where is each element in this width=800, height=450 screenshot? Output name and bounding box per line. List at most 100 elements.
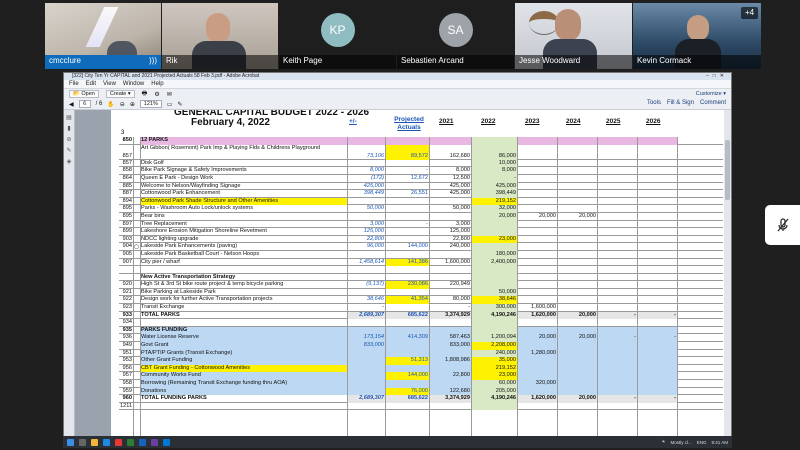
- participant-tile-sebastien-arcand[interactable]: SA Sebastien Arcand: [397, 3, 514, 69]
- clock[interactable]: 9:41 AM: [711, 440, 728, 445]
- cell-y23: 1,620,000: [517, 395, 557, 403]
- cell-pa: 76,000: [385, 387, 429, 396]
- menu-help[interactable]: Help: [151, 80, 163, 88]
- tools-pane-button[interactable]: Tools: [647, 100, 661, 106]
- table-row: 858 Bike Park Signage & Safety Improvemen…: [119, 167, 723, 175]
- participant-tile-rik[interactable]: Rik: [162, 3, 278, 69]
- cell-y23: [517, 205, 557, 213]
- prev-page-icon[interactable]: ◀: [69, 101, 74, 108]
- col-header-2021: 2021: [439, 118, 454, 125]
- teams-icon[interactable]: [151, 438, 158, 446]
- cell-y26: [637, 175, 677, 183]
- fit-page-icon[interactable]: ▭: [167, 101, 173, 108]
- cell-pa: [385, 213, 429, 221]
- scrollbar-thumb[interactable]: [725, 140, 730, 200]
- fill-sign-pane-button[interactable]: Fill & Sign: [667, 100, 694, 106]
- search-icon[interactable]: [79, 438, 86, 446]
- cell-pm: 96,000: [366, 243, 384, 250]
- table-row: 933 TOTAL PARKS 2,689,307 685,622 3,374,929 4…: [119, 311, 723, 320]
- more-participants-badge[interactable]: +4: [741, 7, 758, 19]
- row-description: Design work for further Active Transport…: [141, 296, 273, 303]
- participant-tile-cmcclure[interactable]: cmcclure))): [45, 3, 161, 69]
- cell-pa: [385, 342, 429, 350]
- page-number-input[interactable]: 6: [78, 100, 91, 108]
- edge-icon[interactable]: [103, 438, 110, 446]
- menu-window[interactable]: Window: [123, 80, 144, 88]
- zoom-in-icon[interactable]: ⊕: [130, 101, 135, 108]
- weather-icon[interactable]: ☀: [661, 439, 665, 445]
- cell-y22: 398,449: [471, 190, 517, 198]
- cell-y22: 10,000: [471, 159, 517, 168]
- hand-tool-icon[interactable]: ✋: [107, 101, 114, 108]
- mail-icon[interactable]: ✉: [167, 91, 172, 98]
- menu-edit[interactable]: Edit: [86, 80, 96, 88]
- attachments-icon[interactable]: ⊘: [66, 137, 72, 143]
- signatures-icon[interactable]: ✎: [66, 148, 72, 154]
- marker-icon[interactable]: ✎: [178, 101, 183, 108]
- menu-file[interactable]: File: [69, 80, 79, 88]
- row-number: 921: [122, 288, 132, 295]
- zoom-level-select[interactable]: 121%: [139, 100, 162, 108]
- participant-tile-keith-page[interactable]: KP Keith Page: [279, 3, 396, 69]
- start-icon[interactable]: [67, 438, 74, 446]
- cell-pm: [347, 372, 385, 380]
- row-number: 953: [122, 357, 132, 364]
- cell-y24: [557, 167, 597, 175]
- language-indicator[interactable]: ENG: [697, 440, 707, 445]
- cell-pm: [347, 160, 385, 168]
- cell-y22: 38,646: [471, 296, 517, 305]
- cell-y25: [597, 304, 637, 312]
- row-number: 894: [122, 197, 132, 204]
- cell-y22: [471, 266, 517, 274]
- cell-y21: 80,000: [452, 296, 470, 303]
- cell-y23: [517, 289, 557, 297]
- row-description: Lakeside Park Enhancements (paving): [141, 243, 238, 250]
- cell-pm: 125,000: [363, 228, 384, 235]
- cell-y26: [637, 319, 677, 327]
- cell-pa: 685,622: [385, 311, 429, 320]
- vertical-scrollbar[interactable]: [724, 110, 731, 437]
- row-description: Bear bins: [141, 212, 165, 219]
- cell-y23: [517, 357, 557, 365]
- cell-y25: [597, 137, 637, 145]
- cell-y21: [429, 319, 471, 327]
- file-explorer-icon[interactable]: [91, 438, 98, 446]
- print-icon[interactable]: 🖶: [142, 89, 148, 99]
- cell-y23: [517, 243, 557, 251]
- row-label: 3: [121, 130, 125, 136]
- page-thumbnails-icon[interactable]: ▤: [66, 115, 72, 121]
- participant-tile-kevin-cormack[interactable]: +4 Kevin Cormack: [633, 3, 761, 69]
- outlook-icon[interactable]: [163, 438, 170, 446]
- cell-pa: [385, 198, 429, 206]
- cell-pa: [385, 274, 429, 282]
- bookmarks-icon[interactable]: ▮: [66, 126, 72, 132]
- row-number: 935: [122, 326, 132, 333]
- window-controls[interactable]: –□✕: [706, 73, 728, 80]
- menu-view[interactable]: View: [103, 80, 116, 88]
- row-number: 934: [122, 319, 132, 326]
- row-number: 897: [122, 220, 132, 227]
- person-face: [687, 15, 709, 41]
- customize-button[interactable]: Customize ▾: [696, 91, 726, 97]
- cell-y26: [637, 274, 677, 282]
- row-marker: [133, 175, 140, 183]
- settings-icon[interactable]: ⚙: [154, 91, 159, 98]
- zoom-out-icon[interactable]: ⊖: [120, 101, 125, 108]
- cell-y22: 300,000: [471, 304, 517, 312]
- excel-icon[interactable]: [127, 438, 134, 446]
- row-description: Welcome to Nelson/Wayfinding Signage: [141, 182, 241, 189]
- cell-y26: [637, 236, 677, 244]
- open-button[interactable]: 📂 Open: [69, 90, 99, 98]
- participant-tile-jesse-woodward[interactable]: Jesse Woodward: [515, 3, 632, 69]
- word-icon[interactable]: [139, 438, 146, 446]
- acrobat-icon[interactable]: [115, 438, 122, 446]
- cell-pm: [347, 198, 385, 206]
- mute-toggle-button[interactable]: [765, 205, 800, 245]
- cell-y21: [429, 137, 471, 145]
- create-button[interactable]: Create ▾: [105, 90, 135, 98]
- layers-icon[interactable]: ◈: [66, 159, 72, 165]
- comment-marker-icon[interactable]: ◯: [133, 243, 140, 251]
- windows-taskbar: ☀ Mostly cl... ENG 9:41 AM: [63, 436, 732, 448]
- comment-pane-button[interactable]: Comment: [700, 100, 726, 106]
- cell-pm: [347, 213, 385, 221]
